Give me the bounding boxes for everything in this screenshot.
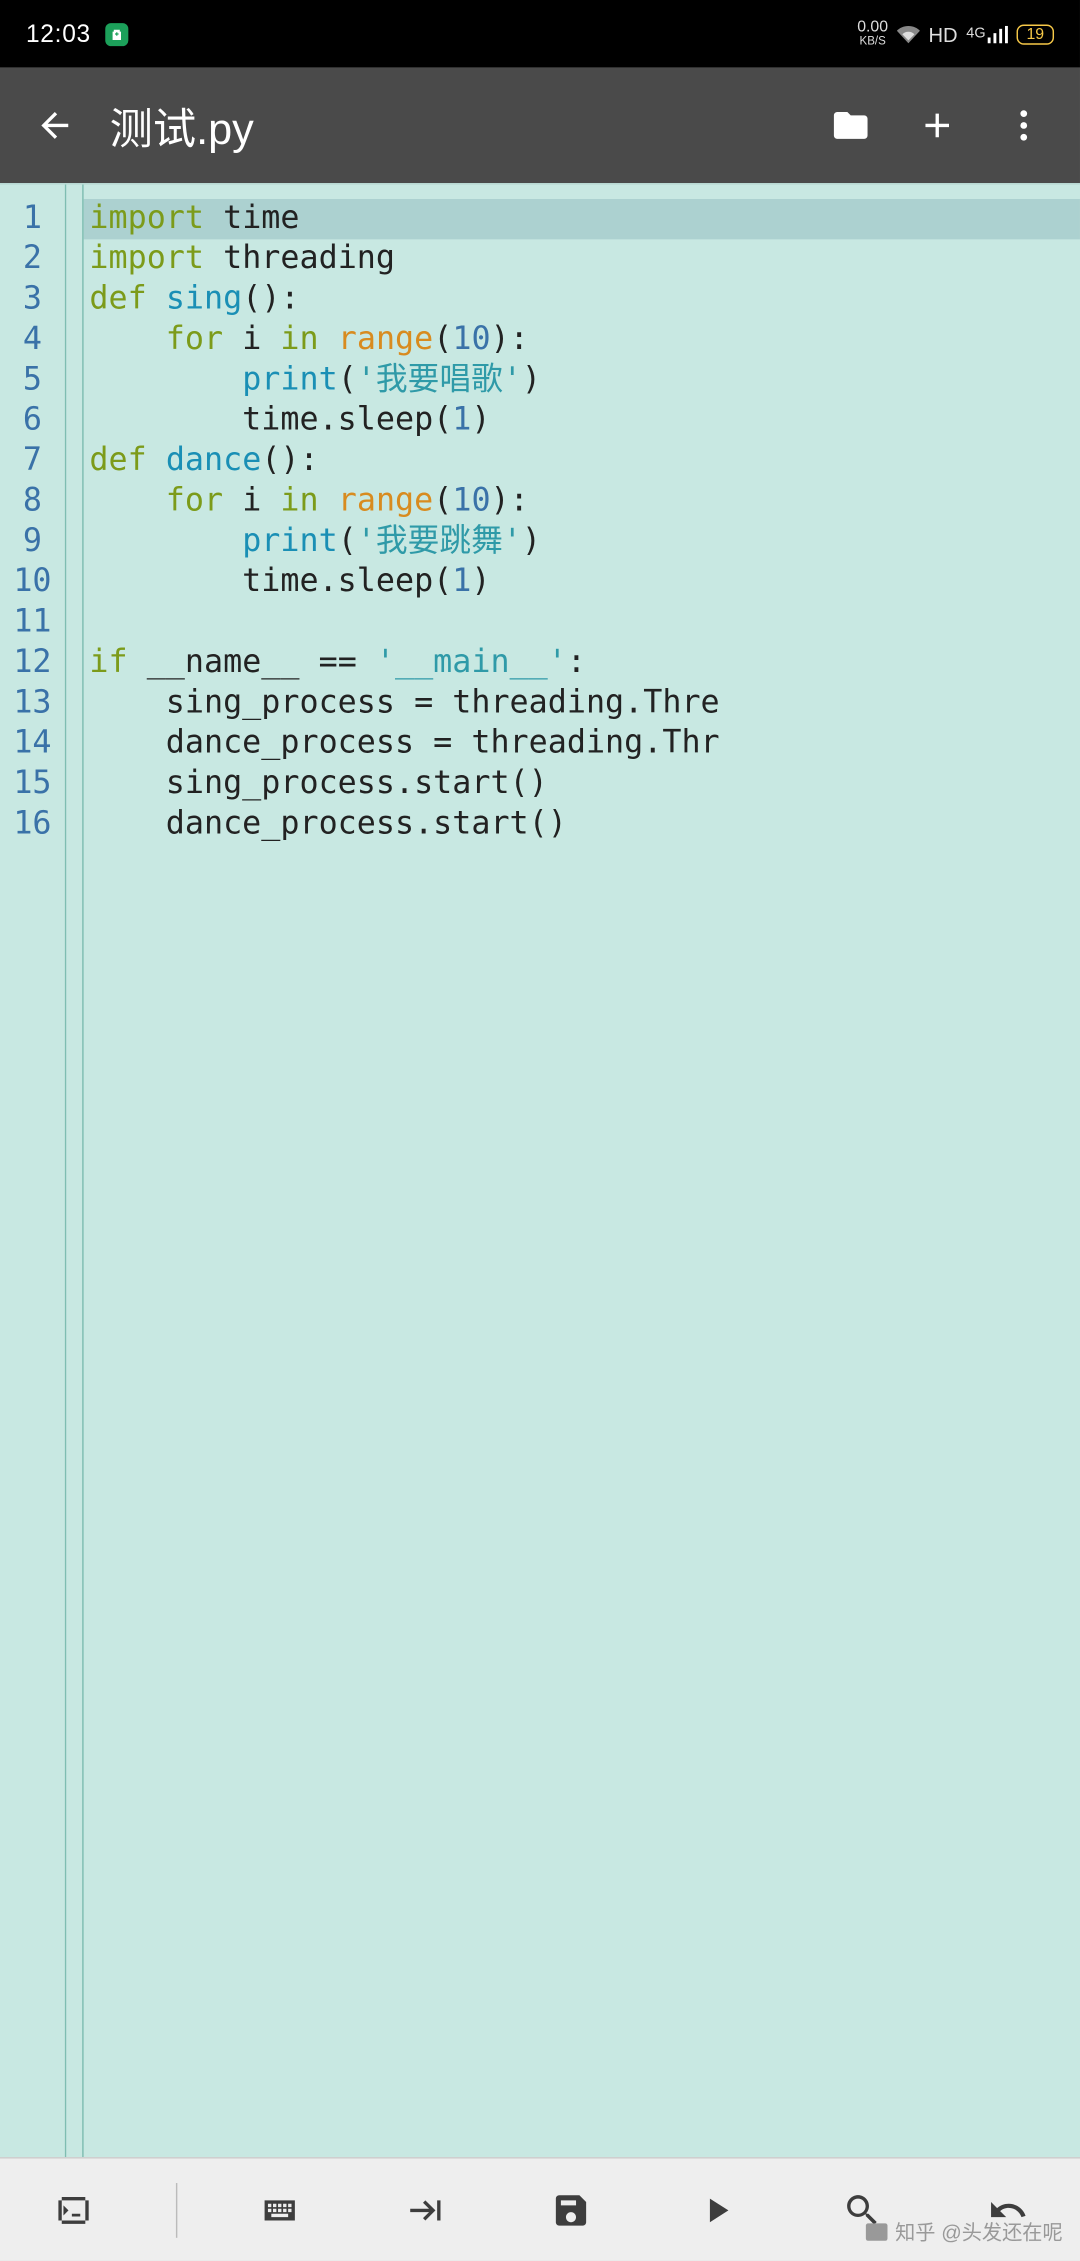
line-number: 5	[0, 360, 65, 400]
battery-indicator: 19	[1017, 24, 1054, 44]
menu-button[interactable]	[991, 85, 1057, 166]
line-number: 4	[0, 320, 65, 360]
code-line[interactable]: sing_process.start()	[84, 764, 1080, 804]
line-number: 11	[0, 603, 65, 643]
arrow-left-icon	[35, 105, 75, 145]
bottom-toolbar: 知乎 @头发还在呢	[0, 2157, 1080, 2261]
code-line[interactable]: for i in range(10):	[84, 482, 1080, 522]
network-speed: 0.00 KB/S	[857, 20, 888, 47]
code-line[interactable]: dance_process.start()	[84, 805, 1080, 845]
line-gutter: 12345678910111213141516	[0, 185, 66, 2158]
status-bar: 12:03 0.00 KB/S HD 4G 19	[0, 0, 1080, 68]
line-number: 8	[0, 482, 65, 522]
terminal-button[interactable]	[30, 2166, 117, 2253]
line-number: 1	[0, 199, 65, 239]
plus-icon	[917, 105, 957, 145]
code-line[interactable]: sing_process = threading.Thre	[84, 683, 1080, 723]
clock: 12:03	[26, 19, 91, 48]
line-number: 6	[0, 401, 65, 441]
divider	[175, 2182, 176, 2237]
save-button[interactable]	[527, 2166, 614, 2253]
code-line[interactable]: print('我要唱歌')	[84, 360, 1080, 400]
code-line[interactable]: import time	[84, 199, 1080, 239]
keyboard-icon	[259, 2190, 299, 2230]
terminal-icon	[53, 2190, 93, 2230]
code-line[interactable]: time.sleep(1)	[84, 562, 1080, 602]
battery-saver-icon	[105, 22, 128, 45]
folder-button[interactable]	[818, 85, 884, 166]
more-vert-icon	[1004, 105, 1044, 145]
save-icon	[550, 2190, 590, 2230]
keyboard-button[interactable]	[236, 2166, 323, 2253]
app-bar: 测试.py	[0, 68, 1080, 183]
code-line[interactable]: time.sleep(1)	[84, 401, 1080, 441]
code-line[interactable]	[84, 603, 1080, 643]
line-number: 14	[0, 724, 65, 764]
signal-indicator: 4G	[966, 25, 1008, 42]
run-button[interactable]	[673, 2166, 760, 2253]
code-line[interactable]: print('我要跳舞')	[84, 522, 1080, 562]
gutter-margin	[66, 185, 83, 2158]
code-area[interactable]: import timeimport threadingdef sing(): f…	[84, 185, 1080, 2158]
line-number: 12	[0, 643, 65, 683]
watermark: 知乎 @头发还在呢	[863, 2218, 1062, 2247]
hd-indicator: HD	[928, 22, 957, 45]
wifi-icon	[897, 22, 920, 45]
line-number: 13	[0, 683, 65, 723]
signal-bars-icon	[987, 25, 1008, 42]
code-line[interactable]: def dance():	[84, 441, 1080, 481]
play-icon	[696, 2190, 736, 2230]
back-button[interactable]	[14, 85, 95, 166]
file-title: 测试.py	[110, 94, 818, 157]
line-number: 7	[0, 441, 65, 481]
line-number: 15	[0, 764, 65, 804]
line-number: 10	[0, 562, 65, 602]
add-button[interactable]	[904, 85, 970, 166]
indent-button[interactable]	[381, 2166, 468, 2253]
line-number: 2	[0, 239, 65, 279]
folder-icon	[831, 105, 871, 145]
line-number: 16	[0, 805, 65, 845]
code-line[interactable]: dance_process = threading.Thr	[84, 724, 1080, 764]
code-line[interactable]: def sing():	[84, 280, 1080, 320]
code-line[interactable]: if __name__ == '__main__':	[84, 643, 1080, 683]
code-editor[interactable]: 12345678910111213141516 import timeimpor…	[0, 183, 1080, 2157]
line-number: 3	[0, 280, 65, 320]
code-line[interactable]: import threading	[84, 239, 1080, 279]
tab-icon	[404, 2190, 444, 2230]
code-line[interactable]: for i in range(10):	[84, 320, 1080, 360]
line-number: 9	[0, 522, 65, 562]
zhihu-icon	[863, 2219, 889, 2245]
